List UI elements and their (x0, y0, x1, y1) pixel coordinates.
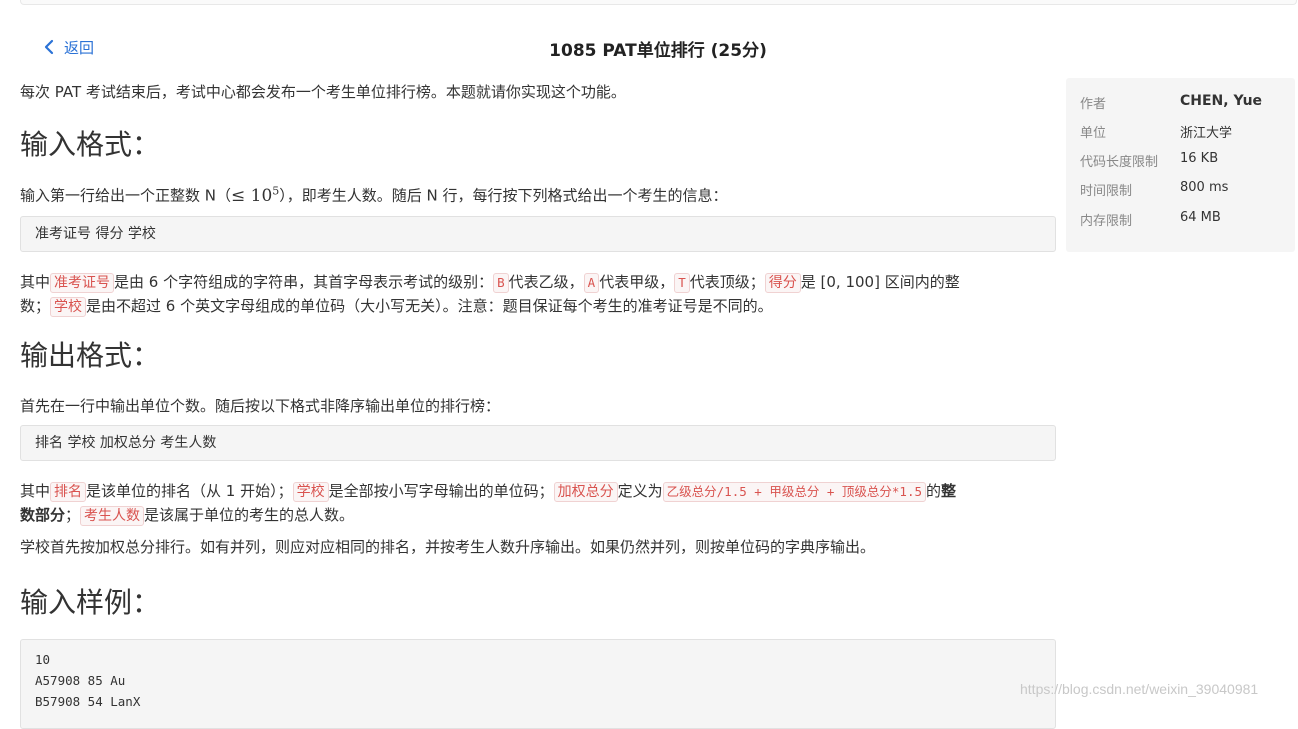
tag-rank: 排名 (50, 481, 87, 502)
problem-content: 每次 PAT 考试结束后，考试中心都会发布一个考生单位排行榜。本题就请你实现这个… (20, 80, 1056, 729)
tag-admission-id: 准考证号 (50, 272, 115, 293)
sample-input-heading: 输入样例： (20, 585, 161, 619)
sample-line: A57908 85 Au (35, 672, 126, 688)
sample-line: 10 (35, 651, 51, 667)
output-detail: 其中 排名 是该单位的排名（从 1 开始）； 学校 是全部按小写字母输出的单位码； 加权总… (20, 481, 957, 526)
tag-level-a: A (583, 272, 600, 293)
output-desc: 首先在一行中输出单位个数。随后按以下格式非降序输出单位的排行榜： (20, 396, 501, 415)
tag-level-b: B (493, 272, 509, 293)
output-heading: 输出格式： (20, 338, 161, 372)
tag-count: 考生人数 (80, 505, 145, 526)
output-format-code: 排名 学校 加权总分 考生人数 (20, 424, 1056, 461)
problem-info-panel: 作者 CHEN, Yue 单位 浙江大学 代码长度限制 16 KB 时间限制 8… (1066, 78, 1295, 252)
tag-score: 得分 (764, 272, 801, 293)
tag-weighted: 加权总分 (553, 481, 618, 502)
input-format-code: 准考证号 得分 学校 (20, 215, 1056, 252)
sample-line: B57908 54 LanX (35, 693, 141, 709)
chevron-left-icon (44, 39, 54, 55)
tag-school-out: 学校 (292, 481, 329, 502)
tag-level-t: T (674, 272, 690, 293)
top-bar (20, 0, 1297, 5)
input-detail: 其中 准考证号 是由 6 个字符组成的字符串，其首字母表示考试的级别： B 代表乙级， A… (20, 272, 960, 317)
sort-rule-text: 学校首先按加权总分排行。如有并列，则应对应相同的排名，并按考生人数升序输出。如果… (20, 537, 876, 556)
math-expression: ≤ 105 (231, 184, 280, 206)
intro-text: 每次 PAT 考试结束后，考试中心都会发布一个考生单位排行榜。本题就请你实现这个… (20, 83, 626, 101)
page-title: 1085 PAT单位排行 (25分) (549, 41, 767, 61)
back-label: 返回 (64, 38, 95, 57)
watermark: https://blog.csdn.net/weixin_39040981 (1020, 681, 1259, 697)
input-desc: 输入第一行给出一个正整数 N（≤ 105），即考生人数。随后 N 行，每行按下列… (20, 184, 728, 206)
input-heading: 输入格式： (20, 128, 161, 161)
back-button[interactable]: 返回 (42, 36, 94, 58)
formula-code: 乙级总分/1.5 + 甲级总分 + 顶级总分*1.5 (662, 481, 927, 502)
tag-school: 学校 (50, 296, 87, 317)
sample-input-code: 10 A57908 85 Au B57908 54 LanX (20, 638, 1056, 729)
